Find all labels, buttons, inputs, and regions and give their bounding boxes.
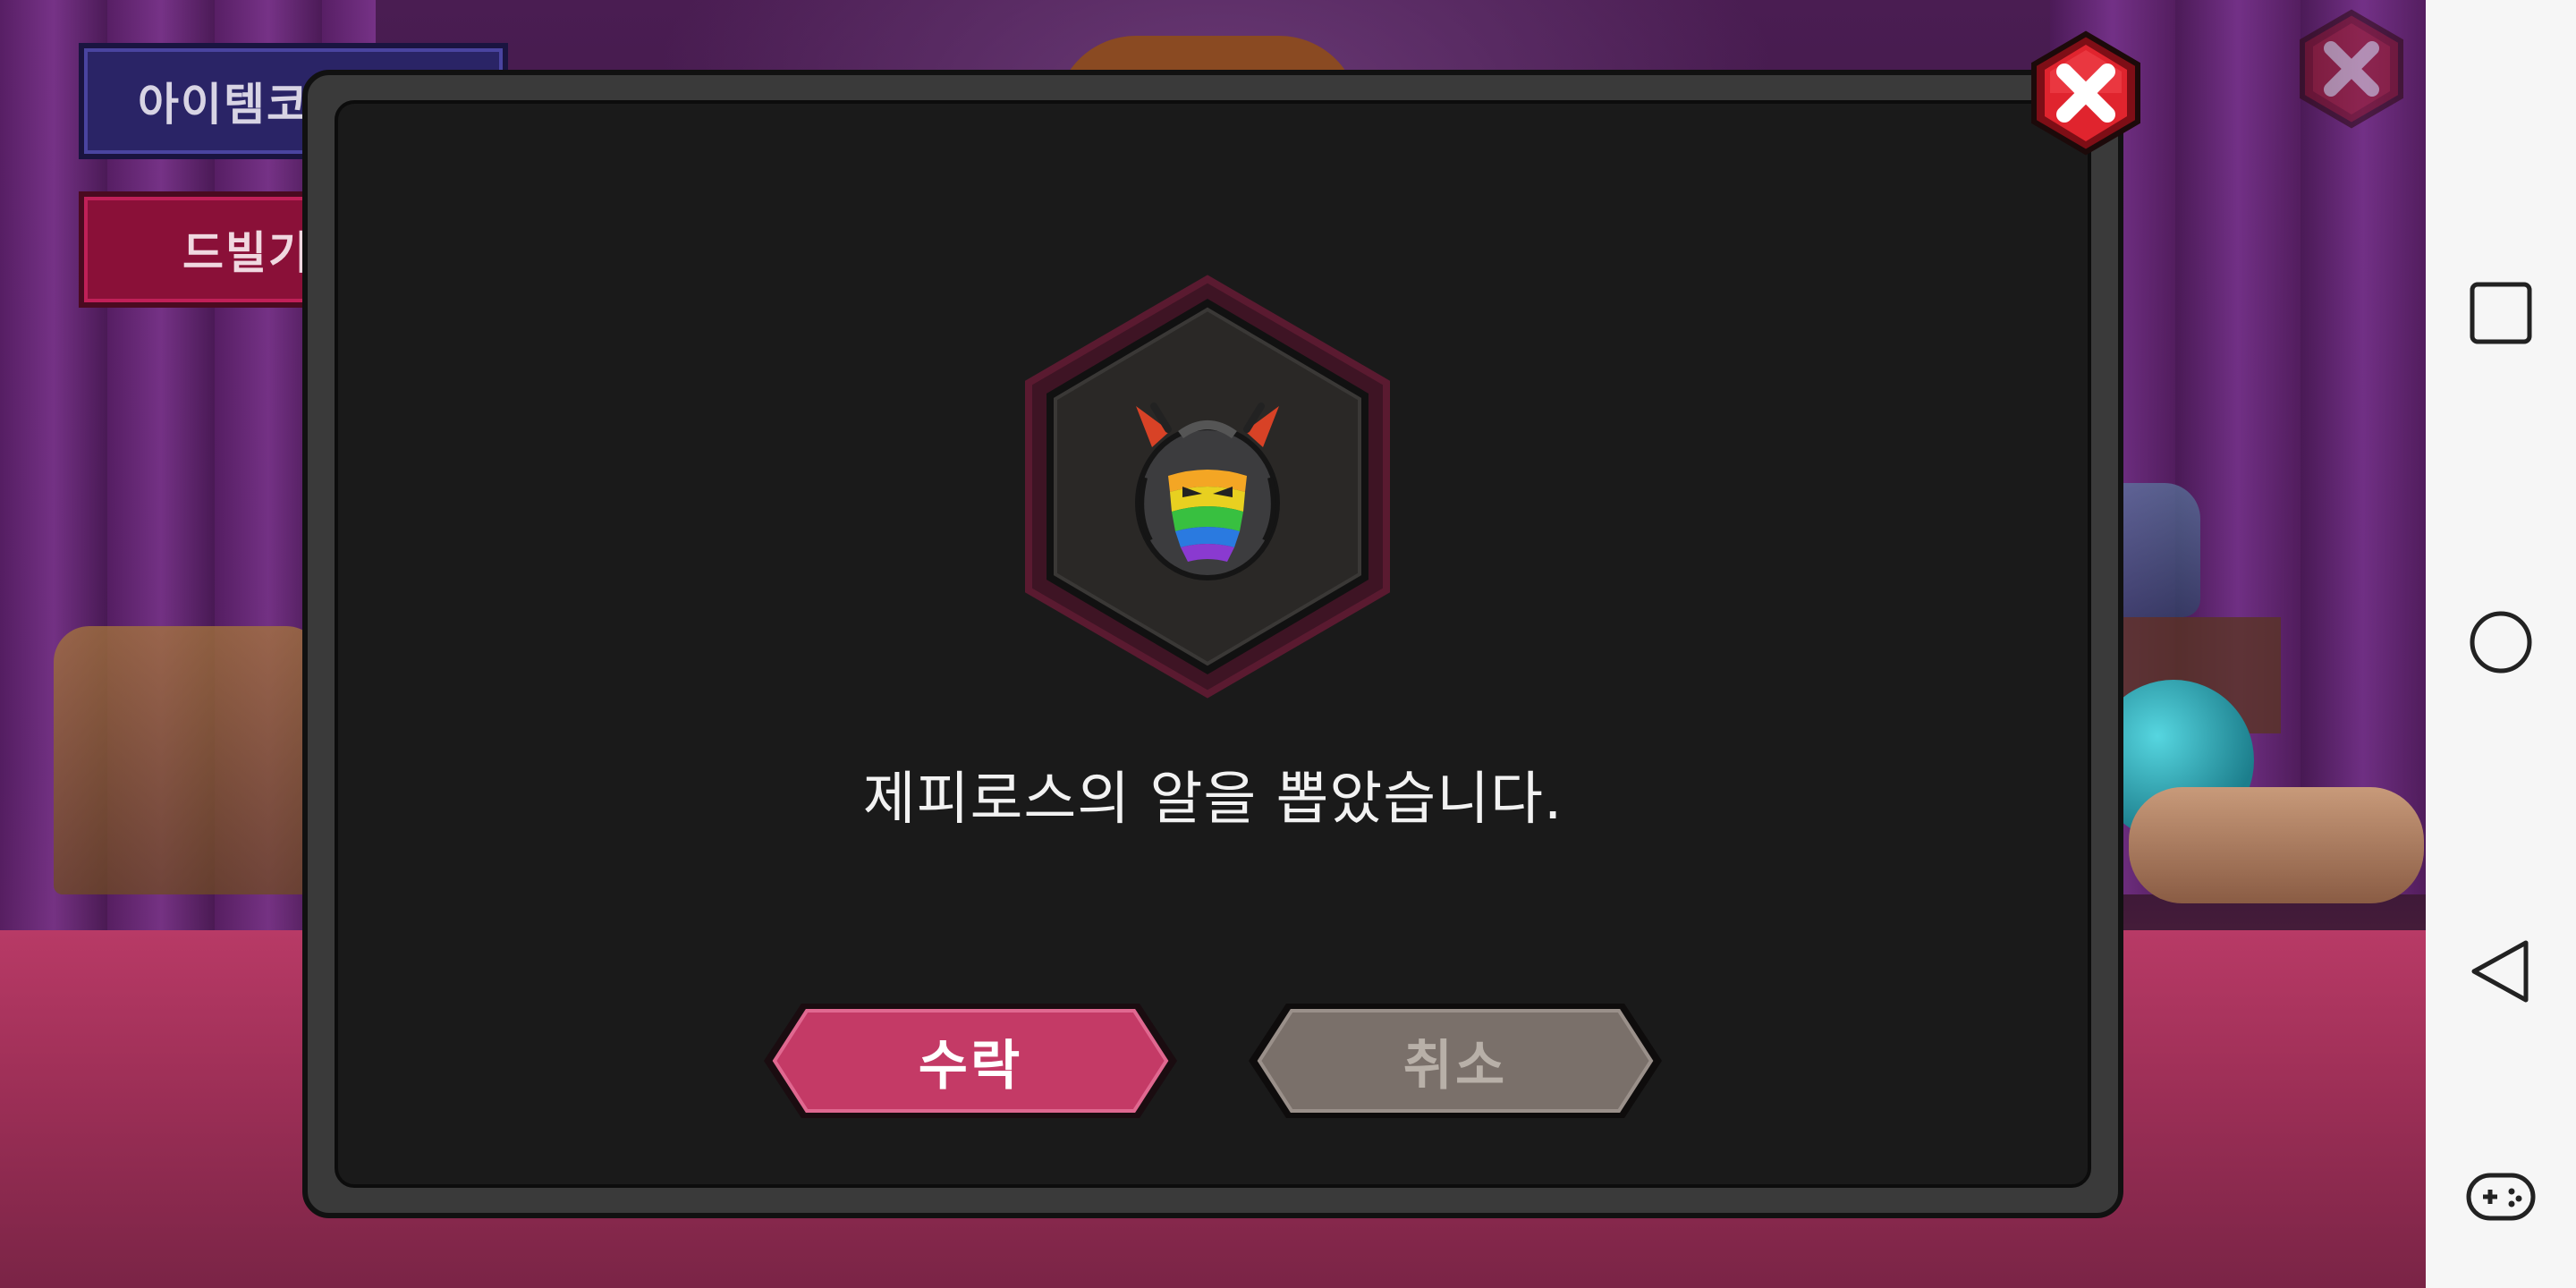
recent-apps-icon[interactable] xyxy=(2465,277,2537,349)
reward-item-frame xyxy=(1025,275,1390,699)
reward-message: 제피로스의 알을 뽑았습니다. xyxy=(862,767,1563,833)
background-close-icon[interactable] xyxy=(2292,9,2411,129)
close-icon[interactable] xyxy=(2023,30,2148,156)
book-prop xyxy=(54,626,322,894)
zephyros-egg-icon xyxy=(1135,402,1280,580)
android-nav-bar xyxy=(2426,0,2576,1288)
game-controller-icon[interactable] xyxy=(2465,1161,2537,1233)
item-code-tab-label: 아이템코 xyxy=(138,79,309,131)
drill-tab-label: 드빌기 xyxy=(182,227,311,279)
accept-button[interactable]: 수락 xyxy=(760,1000,1181,1122)
cancel-button[interactable]: 취소 xyxy=(1245,1000,1665,1122)
scrolls-prop xyxy=(2129,787,2424,903)
accept-button-label: 수락 xyxy=(918,1034,1023,1097)
home-icon[interactable] xyxy=(2465,606,2537,678)
back-icon[interactable] xyxy=(2465,936,2537,1007)
cancel-button-label: 취소 xyxy=(1402,1034,1508,1097)
